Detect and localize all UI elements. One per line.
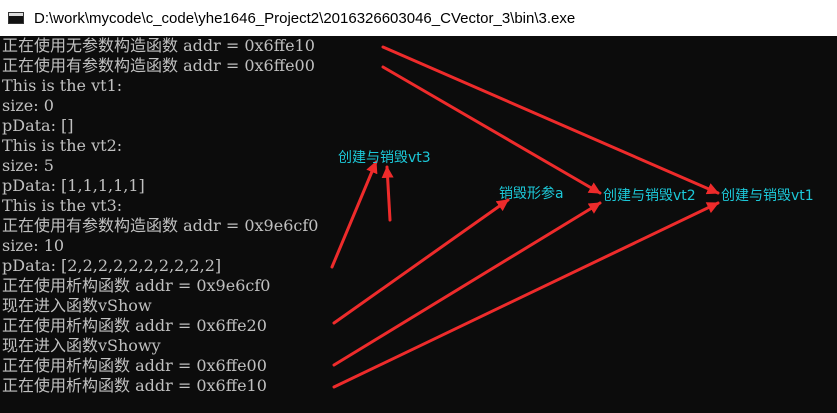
console-app-icon <box>8 12 24 24</box>
annotation-param-a: 销毁形参a <box>499 186 564 202</box>
console-line: 正在使用析构函数 addr = 0x6ffe10 <box>2 376 267 395</box>
window-title: D:\work\mycode\c_code\yhe1646_Project2\2… <box>34 9 576 27</box>
console-line: 正在使用析构函数 addr = 0x9e6cf0 <box>2 276 271 295</box>
annotation-vt1: 创建与销毁vt1 <box>721 188 814 204</box>
console-line: 现在进入函数vShow <box>2 296 152 315</box>
console-line: This is the vt3: <box>2 196 123 215</box>
console-line: pData: [] <box>2 116 74 135</box>
console-line: size: 5 <box>2 156 54 175</box>
console-line: 正在使用析构函数 addr = 0x6ffe00 <box>2 356 267 375</box>
console-line: size: 10 <box>2 236 65 255</box>
console-line: 正在使用析构函数 addr = 0x6ffe20 <box>2 316 267 335</box>
console-line: pData: [1,1,1,1,1] <box>2 176 145 195</box>
console-line: 现在进入函数vShowy <box>2 336 161 355</box>
console-line: pData: [2,2,2,2,2,2,2,2,2,2] <box>2 256 222 275</box>
console-line: 正在使用有参数构造函数 addr = 0x9e6cf0 <box>2 216 319 235</box>
console-line: 正在使用有参数构造函数 addr = 0x6ffe00 <box>2 56 315 75</box>
console-window: D:\work\mycode\c_code\yhe1646_Project2\2… <box>0 0 837 413</box>
console-line: This is the vt1: <box>2 76 123 95</box>
annotation-vt3: 创建与销毁vt3 <box>338 150 431 166</box>
annotation-vt2: 创建与销毁vt2 <box>603 188 696 204</box>
console-line: This is the vt2: <box>2 136 123 155</box>
title-bar[interactable]: D:\work\mycode\c_code\yhe1646_Project2\2… <box>0 0 837 36</box>
console-line: size: 0 <box>2 96 54 115</box>
console-line: 正在使用无参数构造函数 addr = 0x6ffe10 <box>2 36 315 55</box>
console-output[interactable]: 正在使用无参数构造函数 addr = 0x6ffe10 正在使用有参数构造函数 … <box>0 36 837 413</box>
